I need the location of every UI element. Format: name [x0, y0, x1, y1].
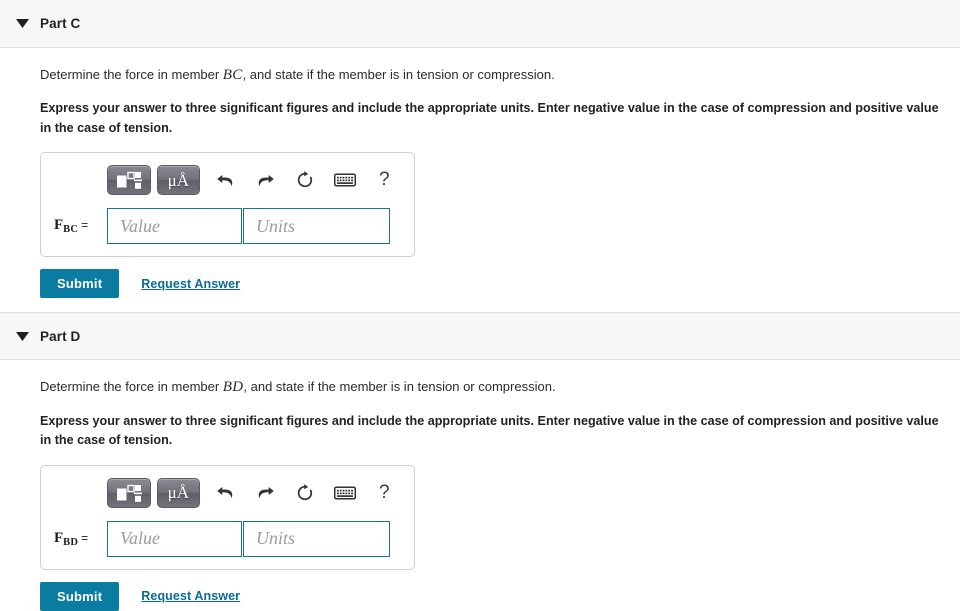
part-body-d: Determine the force in member BD, and st…	[0, 360, 960, 611]
math-template-icon[interactable]	[107, 477, 151, 508]
undo-icon[interactable]	[206, 165, 246, 195]
units-input[interactable]: Units	[243, 208, 390, 245]
math-toolbar: μÅ ?	[51, 474, 404, 512]
prompt-text-before: Determine the force in member	[40, 379, 223, 395]
prompt-text-before: Determine the force in member	[40, 67, 223, 82]
math-template-icon[interactable]	[107, 165, 151, 196]
redo-icon[interactable]	[246, 165, 286, 195]
keyboard-icon[interactable]	[325, 165, 365, 195]
math-toolbar: μÅ ?	[51, 161, 404, 199]
prompt-text-after: , and state if the member is in tension …	[242, 67, 555, 82]
value-input[interactable]: Value	[107, 208, 242, 245]
part-section-d: Part D Determine the force in member BD,…	[0, 312, 960, 611]
units-button[interactable]: μÅ	[156, 477, 201, 508]
request-answer-link[interactable]: Request Answer	[141, 589, 240, 603]
part-header-d[interactable]: Part D	[0, 312, 960, 361]
variable-subscript: BC	[63, 224, 79, 236]
variable-subscript: BD	[63, 536, 79, 548]
part-section-c: Part C Determine the force in member BC,…	[0, 0, 960, 312]
page-title: Part D	[40, 328, 81, 344]
answer-entry-row: FBD = Value Units	[51, 520, 404, 557]
part-c-actions: Submit Request Answer	[40, 269, 960, 299]
part-header-c[interactable]: Part C	[0, 0, 960, 48]
keyboard-icon[interactable]	[325, 478, 365, 508]
prompt-math-variable: BC	[222, 67, 243, 83]
question-prompt: Determine the force in member BD, and st…	[40, 360, 960, 397]
reset-icon[interactable]	[285, 478, 325, 508]
redo-icon[interactable]	[246, 478, 286, 508]
page-title: Part C	[40, 16, 81, 31]
caret-down-icon[interactable]	[7, 19, 37, 28]
part-body-c: Determine the force in member BC, and st…	[0, 48, 960, 312]
variable-base: F	[54, 529, 64, 546]
variable-label: FBD =	[51, 530, 107, 548]
answer-instruction: Express your answer to three significant…	[40, 413, 939, 448]
caret-down-icon[interactable]	[7, 331, 37, 341]
answer-instruction: Express your answer to three significant…	[40, 101, 939, 135]
value-input[interactable]: Value	[107, 520, 242, 557]
submit-button[interactable]: Submit	[40, 269, 120, 299]
answer-entry-row: FBC = Value Units	[51, 208, 404, 245]
units-button[interactable]: μÅ	[156, 165, 201, 196]
request-answer-link[interactable]: Request Answer	[141, 277, 240, 291]
help-icon[interactable]: ?	[364, 165, 404, 195]
answer-entry-box: μÅ	[40, 152, 415, 258]
question-prompt: Determine the force in member BC, and st…	[40, 48, 960, 85]
variable-base: F	[54, 217, 64, 234]
undo-icon[interactable]	[206, 478, 246, 508]
prompt-math-variable: BD	[222, 379, 244, 396]
reset-icon[interactable]	[285, 165, 325, 195]
equals-sign: =	[81, 530, 89, 545]
equals-sign: =	[81, 218, 89, 233]
help-icon[interactable]: ?	[364, 478, 404, 508]
variable-label: FBC =	[51, 217, 107, 235]
prompt-text-after: , and state if the member is in tension …	[243, 379, 556, 395]
answer-entry-box: μÅ	[40, 464, 415, 570]
submit-button[interactable]: Submit	[40, 581, 120, 611]
part-d-actions: Submit Request Answer	[40, 581, 960, 611]
units-input[interactable]: Units	[243, 520, 390, 557]
